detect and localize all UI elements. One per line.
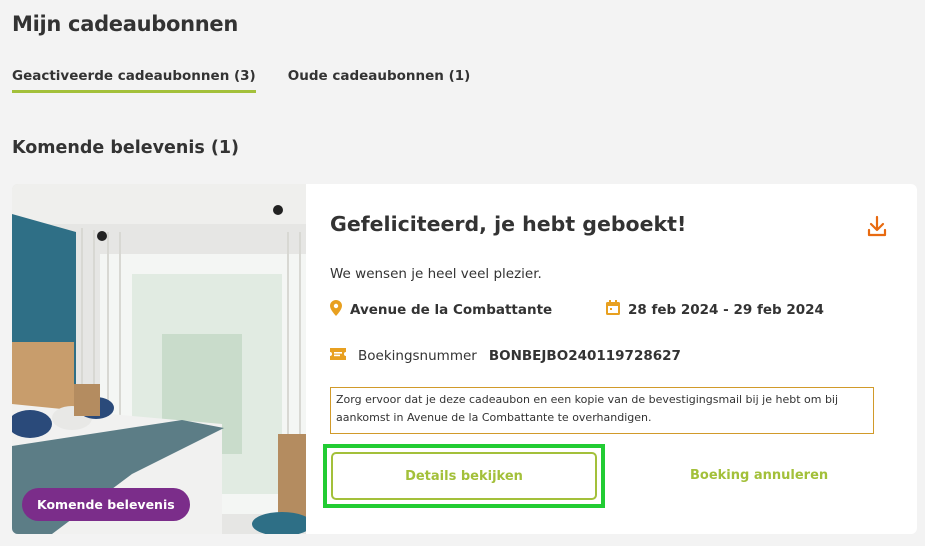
booking-number-value: BONBEJBO240119728627 xyxy=(488,348,681,364)
tabs: Geactiveerde cadeaubonnen (3) Oude cadea… xyxy=(12,68,470,93)
page-title: Mijn cadeaubonnen xyxy=(12,12,239,36)
card-content: Gefeliciteerd, je hebt geboekt! We wense… xyxy=(323,184,917,534)
section-title: Komende belevenis (1) xyxy=(12,138,240,158)
tab-old-giftcards[interactable]: Oude cadeaubonnen (1) xyxy=(288,68,471,93)
ticket-icon xyxy=(330,348,346,364)
details-button[interactable]: Details bekijken xyxy=(331,452,597,500)
wish-text: We wensen je heel veel plezier. xyxy=(330,266,542,282)
card-title: Gefeliciteerd, je hebt geboekt! xyxy=(330,212,687,236)
booking-number-label: Boekingsnummer xyxy=(358,348,477,364)
location: Avenue de la Combattante xyxy=(330,300,552,320)
map-pin-icon xyxy=(330,300,342,320)
stay-dates: 28 feb 2024 - 29 feb 2024 xyxy=(606,300,824,319)
booking-number-row: Boekingsnummer BONBEJBO240119728627 xyxy=(330,348,681,364)
notice-box: Zorg ervoor dat je deze cadeaubon en een… xyxy=(330,387,874,434)
download-icon[interactable] xyxy=(865,214,889,238)
booking-card: Komende belevenis Gefeliciteerd, je hebt… xyxy=(12,184,917,534)
hotel-room-image xyxy=(12,184,306,534)
cancel-booking-button[interactable]: Boeking annuleren xyxy=(690,468,828,483)
tab-activated-giftcards[interactable]: Geactiveerde cadeaubonnen (3) xyxy=(12,68,256,93)
location-label: Avenue de la Combattante xyxy=(350,302,553,318)
hotel-room-photo: Komende belevenis xyxy=(12,184,306,534)
calendar-icon xyxy=(606,300,620,319)
dates-label: 28 feb 2024 - 29 feb 2024 xyxy=(628,301,824,318)
upcoming-experience-badge: Komende belevenis xyxy=(22,488,190,521)
